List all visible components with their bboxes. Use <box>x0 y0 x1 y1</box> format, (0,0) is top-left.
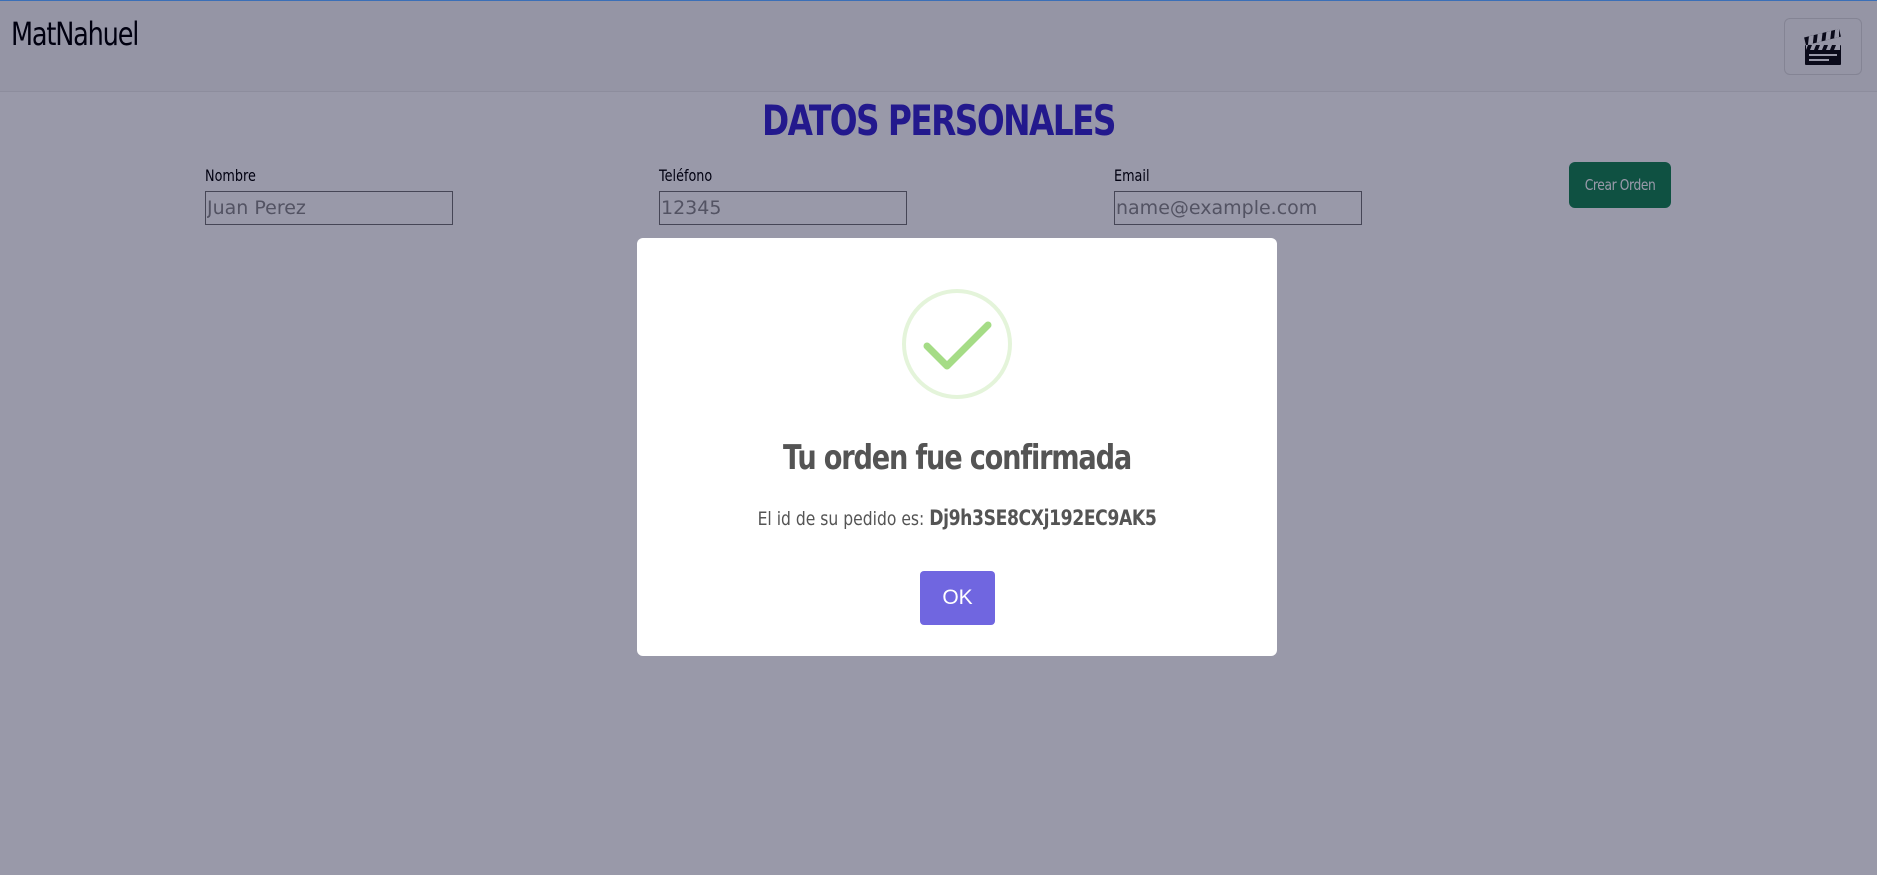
dialog-title: Tu orden fue confirmada <box>782 438 1132 478</box>
confirmation-dialog: Tu orden fue confirmada El id de su pedi… <box>637 238 1277 656</box>
order-id: Dj9h3SE8CXj192EC9AK5 <box>929 506 1157 530</box>
success-check-icon <box>902 289 1012 399</box>
dialog-message: El id de su pedido es: Dj9h3SE8CXj192EC9… <box>695 506 1220 530</box>
ok-button[interactable]: OK <box>920 571 995 625</box>
top-accent-line <box>0 0 1877 1</box>
modal-backdrop[interactable]: Tu orden fue confirmada El id de su pedi… <box>0 0 1877 875</box>
dialog-message-prefix: El id de su pedido es: <box>757 508 930 530</box>
